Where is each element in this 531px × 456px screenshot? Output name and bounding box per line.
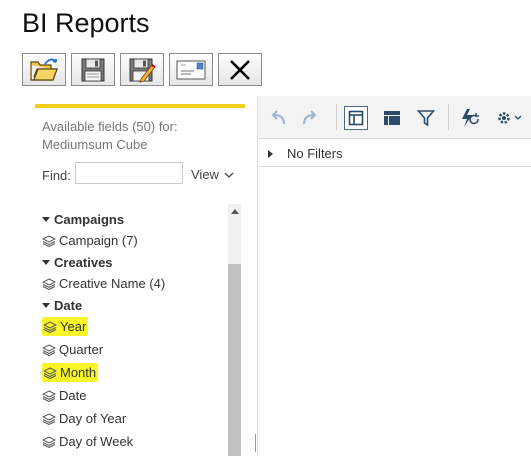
available-fields-count: Available fields (50) for: — [42, 119, 178, 134]
field-highlight: Campaign (7) — [42, 233, 138, 248]
field-label: Quarter — [59, 342, 104, 357]
cube-layers-icon — [42, 435, 56, 448]
report-toolbar — [22, 53, 262, 86]
field-campaign[interactable]: Campaign (7) — [40, 229, 225, 252]
find-input[interactable] — [75, 162, 183, 184]
field-quarter[interactable]: Quarter — [40, 338, 225, 361]
cube-layers-icon — [42, 412, 56, 425]
cube-layers-icon — [42, 234, 56, 247]
group-label: Campaigns — [54, 211, 125, 227]
caret-down-icon — [42, 302, 50, 308]
view-label: View — [191, 167, 219, 182]
scrollbar-thumb[interactable] — [228, 264, 241, 456]
field-month[interactable]: Month — [40, 361, 225, 384]
group-label: Creatives — [54, 254, 113, 270]
save-as-button[interactable] — [120, 53, 164, 86]
page-title: BI Reports — [22, 8, 150, 38]
cube-name: Mediumsum Cube — [42, 137, 148, 152]
undo-icon[interactable] — [266, 106, 290, 130]
chevron-down-icon — [224, 172, 234, 178]
close-x-icon — [230, 59, 250, 80]
filters-divider — [258, 166, 531, 167]
filter-icon[interactable] — [414, 106, 438, 130]
cube-layers-icon — [42, 343, 56, 356]
field-day-of-year[interactable]: Day of Year — [40, 407, 225, 430]
field-highlight: Creative Name (4) — [42, 276, 165, 291]
field-date[interactable]: Date — [40, 384, 225, 407]
scroll-up-arrow-icon[interactable] — [231, 209, 239, 214]
field-label: Campaign (7) — [59, 233, 138, 248]
redo-icon[interactable] — [298, 106, 322, 130]
group-creatives[interactable]: Creatives — [40, 252, 225, 272]
save-button[interactable] — [71, 53, 115, 86]
find-label: Find: — [42, 168, 71, 183]
cube-layers-icon — [43, 320, 57, 333]
field-label: Day of Week — [59, 434, 134, 449]
layout-panel-icon[interactable] — [344, 106, 368, 130]
report-panel-toolbar — [258, 96, 531, 139]
fields-panel: Available fields (50) for: Mediumsum Cub… — [35, 104, 245, 456]
envelope-icon — [176, 60, 206, 79]
view-dropdown[interactable]: View — [191, 167, 234, 182]
floppy-disk-icon — [81, 58, 105, 81]
field-highlight: Day of Week — [42, 434, 133, 449]
field-label: Date — [59, 388, 87, 403]
group-label: Date — [54, 297, 83, 313]
table-layout-icon[interactable] — [380, 106, 404, 130]
field-highlight: Quarter — [42, 342, 103, 357]
filters-toggle[interactable]: No Filters — [268, 146, 343, 161]
toolbar-separator — [448, 104, 449, 130]
folder-open-icon — [30, 58, 58, 81]
caret-down-icon — [42, 259, 50, 265]
group-date[interactable]: Date — [40, 295, 225, 315]
panel-resize-handle[interactable] — [255, 434, 256, 452]
floppy-edit-icon — [129, 58, 156, 83]
filters-label: No Filters — [287, 146, 343, 161]
field-year[interactable]: Year — [40, 315, 225, 338]
email-button[interactable] — [169, 53, 213, 86]
open-button[interactable] — [22, 53, 66, 86]
cube-layers-icon — [42, 389, 56, 402]
panel-accent-bar — [35, 104, 245, 108]
cube-layers-icon — [42, 277, 56, 290]
field-label: Creative Name (4) — [59, 276, 166, 291]
available-fields-text: Available fields (50) for: Mediumsum Cub… — [42, 118, 178, 154]
group-campaigns[interactable]: Campaigns — [40, 209, 225, 229]
toolbar-separator — [336, 104, 337, 130]
fields-tree: Campaigns Campaign (7) Creatives Creativ… — [40, 209, 225, 453]
field-highlight: Day of Year — [42, 411, 126, 426]
field-highlight: Date — [42, 388, 86, 403]
close-button[interactable] — [218, 53, 262, 86]
caret-down-icon — [42, 216, 50, 222]
field-highlight: Year — [42, 317, 89, 336]
cube-layers-icon — [43, 366, 57, 379]
field-highlight: Month — [42, 363, 99, 382]
fields-scrollbar[interactable] — [228, 204, 241, 456]
caret-right-icon — [268, 149, 273, 158]
field-label: Year — [60, 319, 87, 334]
report-panel: No Filters — [255, 96, 531, 456]
settings-gear-icon[interactable] — [494, 106, 524, 130]
refresh-lightning-icon[interactable] — [458, 106, 482, 130]
field-label: Month — [60, 365, 97, 380]
field-creative-name[interactable]: Creative Name (4) — [40, 272, 225, 295]
field-label: Day of Year — [59, 411, 127, 426]
field-day-of-week[interactable]: Day of Week — [40, 430, 225, 453]
